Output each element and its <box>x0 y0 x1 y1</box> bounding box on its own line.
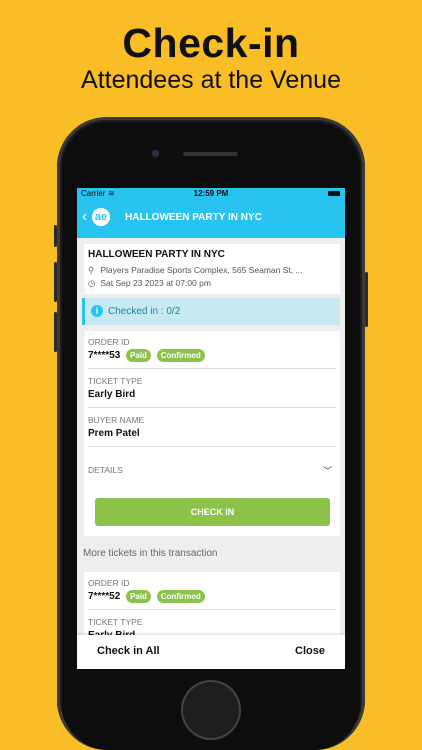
ticket-type-label: TICKET TYPE <box>88 617 143 627</box>
check-in-button[interactable]: CHECK IN <box>95 498 330 526</box>
checked-in-banner: i Checked in : 0/2 <box>82 298 340 325</box>
more-tickets-heading: More tickets in this transaction <box>83 548 218 559</box>
event-name: HALLOWEEN PARTY IN NYC <box>88 249 225 260</box>
ticket-card: ORDER ID 7****53 Paid Confirmed TICKET T… <box>84 331 340 536</box>
divider <box>88 368 336 369</box>
logo-icon: ae <box>92 208 110 226</box>
order-id-row: 7****52 Paid Confirmed <box>88 590 205 603</box>
divider <box>88 446 336 447</box>
paid-badge: Paid <box>126 590 151 603</box>
event-venue: Players Paradise Sports Complex, 565 Sea… <box>100 265 303 275</box>
confirmed-badge: Confirmed <box>156 590 205 603</box>
chevron-down-icon[interactable]: ﹀ <box>323 464 332 477</box>
order-id-label: ORDER ID <box>88 578 130 588</box>
confirmed-badge: Confirmed <box>156 349 205 362</box>
bottom-action-bar: Check in All Close <box>77 635 345 669</box>
order-id-label: ORDER ID <box>88 337 130 347</box>
location-pin-icon: ⚲ <box>88 265 95 275</box>
promo-title: Check-in <box>122 20 300 66</box>
front-camera <box>152 150 159 157</box>
battery-icon <box>328 191 340 196</box>
event-datetime: Sat Sep 23 2023 at 07:00 pm <box>100 278 211 288</box>
divider <box>88 407 336 408</box>
ticket-type-value: Early Bird <box>88 389 136 400</box>
app-bar: ‹ ae HALLOWEEN PARTY IN NYC <box>77 200 345 238</box>
event-card: HALLOWEEN PARTY IN NYC ⚲ Players Paradis… <box>84 244 340 294</box>
mute-switch <box>54 225 57 247</box>
check-in-all-button[interactable]: Check in All <box>97 645 160 657</box>
home-button <box>181 680 241 740</box>
checked-in-count: Checked in : 0/2 <box>108 306 181 317</box>
event-datetime-row: ◷ Sat Sep 23 2023 at 07:00 pm <box>88 278 211 289</box>
promo-subtitle: Attendees at the Venue <box>81 66 341 94</box>
back-chevron-icon[interactable]: ‹ <box>82 208 87 226</box>
power-button <box>365 272 368 327</box>
divider <box>88 609 336 610</box>
volume-up-button <box>54 262 57 302</box>
buyer-name-label: BUYER NAME <box>88 415 145 425</box>
phone-screen: Carrier ≋ 12:59 PM ‹ ae HALLOWEEN PARTY … <box>77 188 345 669</box>
app-bar-title: HALLOWEEN PARTY IN NYC <box>125 212 262 223</box>
order-id-value: 7****53 <box>88 350 121 361</box>
details-toggle-label[interactable]: DETAILS <box>88 465 123 475</box>
volume-down-button <box>54 312 57 352</box>
clock-icon: ◷ <box>88 278 96 288</box>
order-id-value: 7****52 <box>88 591 121 602</box>
status-time: 12:59 PM <box>193 189 229 198</box>
event-venue-row: ⚲ Players Paradise Sports Complex, 565 S… <box>88 265 303 276</box>
info-icon: i <box>91 305 103 317</box>
ticket-type-label: TICKET TYPE <box>88 376 143 386</box>
close-button[interactable]: Close <box>295 645 325 657</box>
order-id-row: 7****53 Paid Confirmed <box>88 349 205 362</box>
earpiece-speaker <box>183 152 238 156</box>
paid-badge: Paid <box>126 349 151 362</box>
status-bar: Carrier ≋ 12:59 PM <box>77 188 345 200</box>
buyer-name-value: Prem Patel <box>88 428 140 439</box>
